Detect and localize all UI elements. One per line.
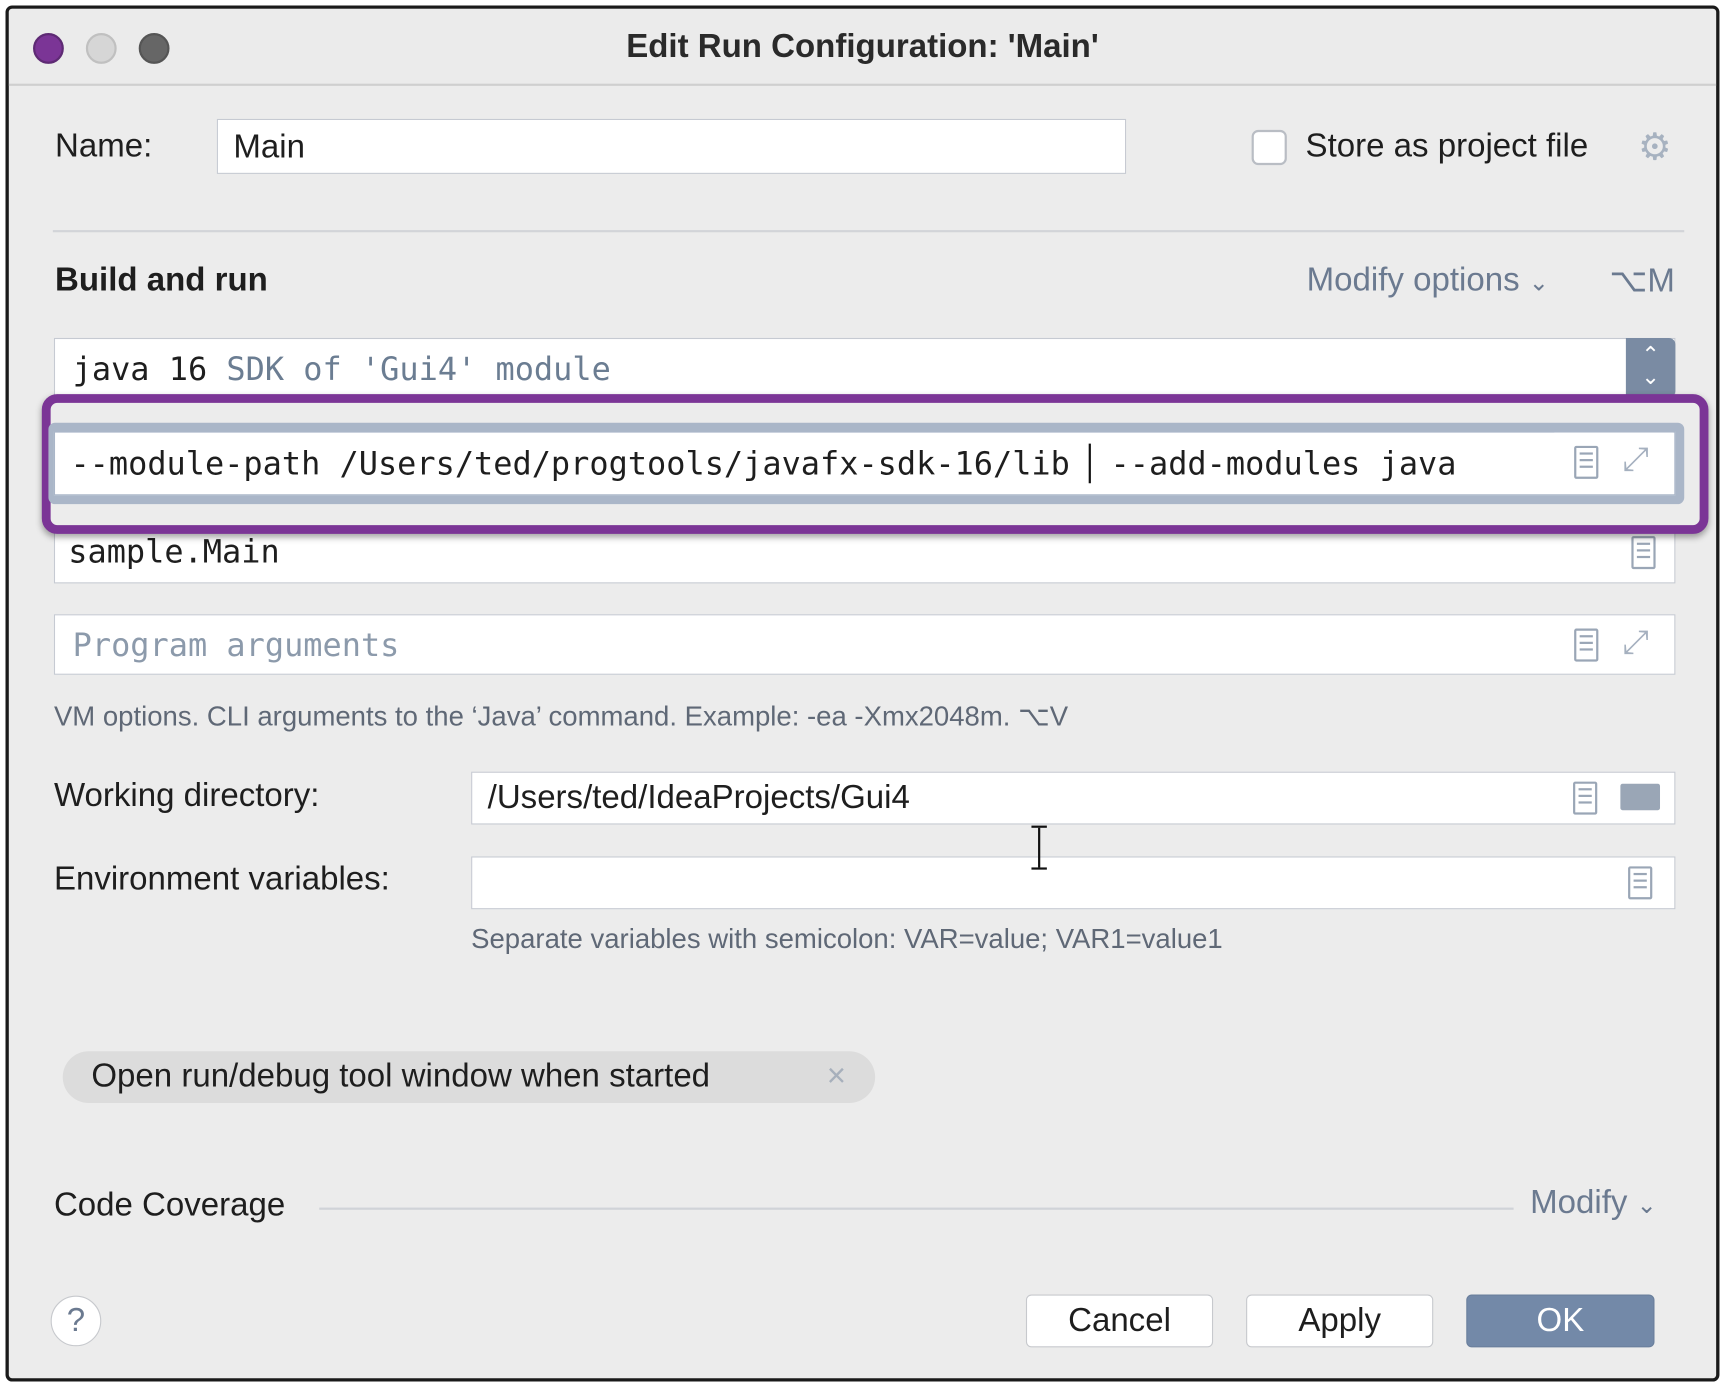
vm-options-text-after: --add-modules java <box>1110 444 1457 483</box>
cancel-button[interactable]: Cancel <box>1025 1294 1214 1348</box>
gear-icon[interactable]: ⚙ <box>1638 125 1672 169</box>
jre-select[interactable]: java 16 SDK of 'Gui4' module ⌃ ⌄ <box>53 337 1676 398</box>
working-directory-label: Working directory: <box>53 777 320 814</box>
modify-options-label: Modify options <box>1306 261 1520 299</box>
working-directory-value: /Users/ted/IdeaProjects/Gui4 <box>487 779 910 816</box>
main-class-value: sample.Main <box>68 532 280 571</box>
separator <box>52 230 1685 233</box>
vm-options-input[interactable]: --module-path /Users/ted/progtools/javaf… <box>53 431 1676 496</box>
vm-options-hint: VM options. CLI arguments to the ‘Java’ … <box>53 701 1069 733</box>
name-input[interactable]: Main <box>216 118 1127 174</box>
environment-variables-input[interactable] <box>471 856 1676 910</box>
modify-options-link[interactable]: Modify options ⌄ <box>1307 262 1549 299</box>
chip-label: Open run/debug tool window when started <box>91 1057 711 1095</box>
expand-icon[interactable]: ⤢ <box>1623 441 1649 478</box>
jre-value: java 16 SDK of 'Gui4' module <box>73 350 611 387</box>
vm-options-text: --module-path /Users/ted/progtools/javaf… <box>70 444 1070 483</box>
jre-hint: SDK of 'Gui4' module <box>226 350 611 388</box>
folder-icon[interactable] <box>1620 783 1661 811</box>
help-button[interactable]: ? <box>50 1295 102 1347</box>
program-arguments-input[interactable]: Program arguments ⤢ <box>53 614 1676 675</box>
modify-label: Modify <box>1530 1184 1628 1221</box>
insert-macro-icon[interactable] <box>1574 628 1599 662</box>
remove-chip-icon[interactable]: × <box>827 1058 846 1095</box>
code-coverage-label: Code Coverage <box>53 1186 286 1223</box>
vm-options-value: --module-path /Users/ted/progtools/javaf… <box>70 443 1457 484</box>
apply-button[interactable]: Apply <box>1246 1294 1434 1348</box>
chevron-down-icon: ⌄ <box>1528 268 1550 297</box>
jre-dropdown-arrows-icon[interactable]: ⌃ ⌄ <box>1625 337 1676 398</box>
expand-icon[interactable]: ⤢ <box>1623 624 1649 661</box>
code-coverage-modify-link[interactable]: Modify ⌄ <box>1530 1184 1657 1221</box>
program-arguments-placeholder: Program arguments <box>72 626 400 664</box>
store-as-project-file-label: Store as project file <box>1305 127 1589 165</box>
option-chip: Open run/debug tool window when started … <box>62 1051 876 1104</box>
edit-variables-icon[interactable] <box>1628 866 1653 900</box>
browse-class-icon[interactable] <box>1631 536 1656 570</box>
environment-variables-label: Environment variables: <box>53 860 390 898</box>
chevron-down-icon: ⌄ <box>1636 1191 1657 1219</box>
window-title: Edit Run Configuration: 'Main' <box>626 28 1099 65</box>
working-directory-input[interactable]: /Users/ted/IdeaProjects/Gui4 <box>471 771 1676 825</box>
modify-options-shortcut: ⌥M <box>1609 263 1675 300</box>
text-caret <box>1089 443 1092 484</box>
store-as-project-file-checkbox[interactable] <box>1251 129 1287 166</box>
text-cursor-icon <box>1030 825 1048 870</box>
section-title: Build and run <box>55 261 268 299</box>
name-label: Name: <box>55 127 153 165</box>
name-value: Main <box>233 128 305 166</box>
title-bar: Edit Run Configuration: 'Main' <box>8 8 1717 86</box>
ok-button[interactable]: OK <box>1466 1294 1655 1348</box>
dialog: Edit Run Configuration: 'Main' <box>5 5 1720 1382</box>
separator <box>319 1207 1514 1210</box>
environment-variables-hint: Separate variables with semicolon: VAR=v… <box>471 923 1223 955</box>
insert-macro-icon[interactable] <box>1573 781 1598 815</box>
insert-macro-icon[interactable] <box>1574 445 1599 479</box>
jre-version: java 16 <box>72 350 208 388</box>
icon-area <box>1554 432 1674 494</box>
